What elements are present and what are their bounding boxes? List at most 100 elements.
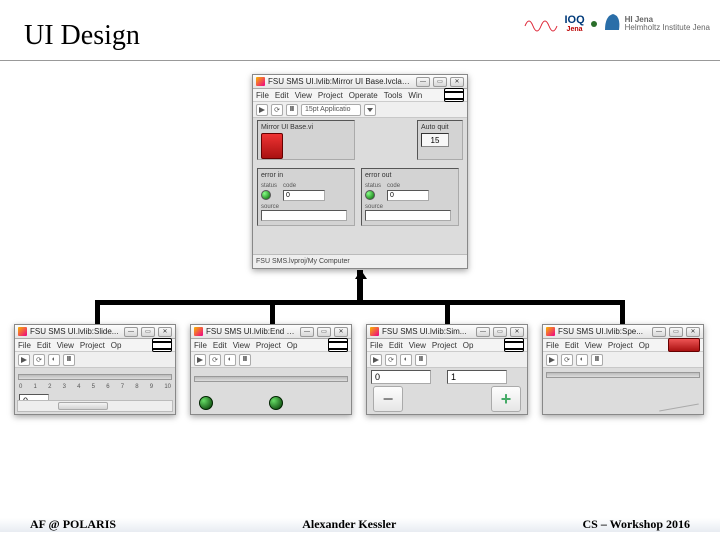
menu-project[interactable]: Project [80, 341, 105, 350]
menu-file[interactable]: File [370, 341, 383, 350]
close-button[interactable]: ✕ [450, 77, 464, 87]
run-cont-button[interactable]: ⟳ [385, 354, 397, 366]
pause-button[interactable]: II [63, 354, 75, 366]
abort-button[interactable]: ◐ [400, 354, 412, 366]
minimize-button[interactable]: — [652, 327, 666, 337]
labview-icon [370, 327, 379, 336]
pause-button[interactable]: II [415, 354, 427, 366]
menu-view[interactable]: View [233, 341, 250, 350]
font-dropdown[interactable] [364, 104, 376, 116]
run-button[interactable] [18, 354, 30, 366]
maximize-button[interactable]: ▭ [669, 327, 683, 337]
c2-menubar[interactable]: File Edit View Project Op [191, 339, 351, 352]
menu-op[interactable]: Op [463, 341, 474, 350]
menu-project[interactable]: Project [608, 341, 633, 350]
close-button[interactable]: ✕ [158, 327, 172, 337]
menu-view[interactable]: View [57, 341, 74, 350]
close-button[interactable]: ✕ [510, 327, 524, 337]
menu-file[interactable]: File [194, 341, 207, 350]
connector-v4 [620, 300, 625, 324]
menu-op[interactable]: Op [639, 341, 650, 350]
c1-titlebar[interactable]: FSU SMS UI.lvlib:Slide... — ▭ ✕ [15, 325, 175, 339]
autoquit-value[interactable]: 15 [421, 133, 449, 147]
status-in-led[interactable] [261, 190, 271, 200]
slide-title: UI Design [24, 20, 140, 52]
vi-icon[interactable] [444, 88, 464, 102]
font-selector[interactable]: 15pt Applicatio [301, 104, 361, 116]
menu-project[interactable]: Project [256, 341, 281, 350]
menu-op[interactable]: Op [287, 341, 298, 350]
menu-edit[interactable]: Edit [37, 341, 51, 350]
main-window-title: FSU SMS UI.lvlib:Mirror UI Base.lvclass:… [268, 77, 413, 86]
pause-button[interactable]: II [591, 354, 603, 366]
led-right[interactable] [269, 396, 283, 410]
menu-edit[interactable]: Edit [213, 341, 227, 350]
menu-file[interactable]: File [18, 341, 31, 350]
error-out-cluster: error out status code 0 source [361, 168, 459, 226]
abort-button[interactable]: ◐ [576, 354, 588, 366]
menu-view[interactable]: View [585, 341, 602, 350]
menu-view[interactable]: View [409, 341, 426, 350]
increment-button[interactable]: + [491, 386, 521, 412]
menu-file[interactable]: File [546, 341, 559, 350]
run-button[interactable] [370, 354, 382, 366]
c3-val0[interactable]: 0 [371, 370, 431, 384]
vi-icon[interactable] [152, 338, 172, 352]
led-left[interactable] [199, 396, 213, 410]
resize-grip-icon[interactable] [659, 404, 699, 412]
c1-scrollbar[interactable] [17, 400, 173, 412]
run-button[interactable] [194, 354, 206, 366]
main-titlebar[interactable]: FSU SMS UI.lvlib:Mirror UI Base.lvclass:… [253, 75, 467, 89]
error-in-cluster: error in status code 0 source [257, 168, 355, 226]
code-in-field[interactable]: 0 [283, 190, 325, 201]
c2-titlebar[interactable]: FSU SMS UI.lvlib:End C... — ▭ ✕ [191, 325, 351, 339]
menu-op[interactable]: Op [111, 341, 122, 350]
menu-operate[interactable]: Operate [349, 91, 378, 100]
slider-track[interactable] [18, 374, 172, 380]
vi-icon[interactable] [504, 338, 524, 352]
close-button[interactable]: ✕ [334, 327, 348, 337]
c4-menubar[interactable]: File Edit View Project Op [543, 339, 703, 352]
minimize-button[interactable]: — [416, 77, 430, 87]
run-cont-button[interactable]: ⟳ [561, 354, 573, 366]
run-cont-button[interactable]: ⟳ [209, 354, 221, 366]
source-in-field[interactable] [261, 210, 347, 221]
vi-icon[interactable] [328, 338, 348, 352]
menu-edit[interactable]: Edit [275, 91, 289, 100]
c1-menubar[interactable]: File Edit View Project Op [15, 339, 175, 352]
pause-button[interactable]: II [286, 104, 298, 116]
menu-project[interactable]: Project [318, 91, 343, 100]
menu-view[interactable]: View [295, 91, 312, 100]
connector-horiz [95, 300, 625, 305]
menu-file[interactable]: File [256, 91, 269, 100]
run-cont-button[interactable]: ⟳ [271, 104, 283, 116]
maximize-button[interactable]: ▭ [141, 327, 155, 337]
abort-button[interactable]: ◐ [224, 354, 236, 366]
minimize-button[interactable]: — [476, 327, 490, 337]
close-button[interactable]: ✕ [686, 327, 700, 337]
maximize-button[interactable]: ▭ [433, 77, 447, 87]
run-cont-button[interactable]: ⟳ [33, 354, 45, 366]
c4-titlebar[interactable]: FSU SMS UI.lvlib:Spe... — ▭ ✕ [543, 325, 703, 339]
pause-button[interactable]: II [239, 354, 251, 366]
c3-menubar[interactable]: File Edit View Project Op [367, 339, 527, 352]
code-in-label: code [283, 183, 325, 189]
menu-edit[interactable]: Edit [389, 341, 403, 350]
menu-tools[interactable]: Tools [384, 91, 403, 100]
main-menubar[interactable]: File Edit View Project Operate Tools Win [253, 89, 467, 102]
c3-val1[interactable]: 1 [447, 370, 507, 384]
minimize-button[interactable]: — [124, 327, 138, 337]
menu-project[interactable]: Project [432, 341, 457, 350]
menu-win[interactable]: Win [408, 91, 422, 100]
c3-titlebar[interactable]: FSU SMS UI.lvlib:Sim... — ▭ ✕ [367, 325, 527, 339]
minimize-button[interactable]: — [300, 327, 314, 337]
run-button[interactable] [546, 354, 558, 366]
abort-button[interactable]: ◐ [48, 354, 60, 366]
run-button[interactable] [256, 104, 268, 116]
stop-button[interactable] [668, 338, 700, 352]
menu-edit[interactable]: Edit [565, 341, 579, 350]
maximize-button[interactable]: ▭ [317, 327, 331, 337]
maximize-button[interactable]: ▭ [493, 327, 507, 337]
panel-mirror-title: Mirror UI Base.vi [261, 124, 351, 131]
decrement-button[interactable]: − [373, 386, 403, 412]
